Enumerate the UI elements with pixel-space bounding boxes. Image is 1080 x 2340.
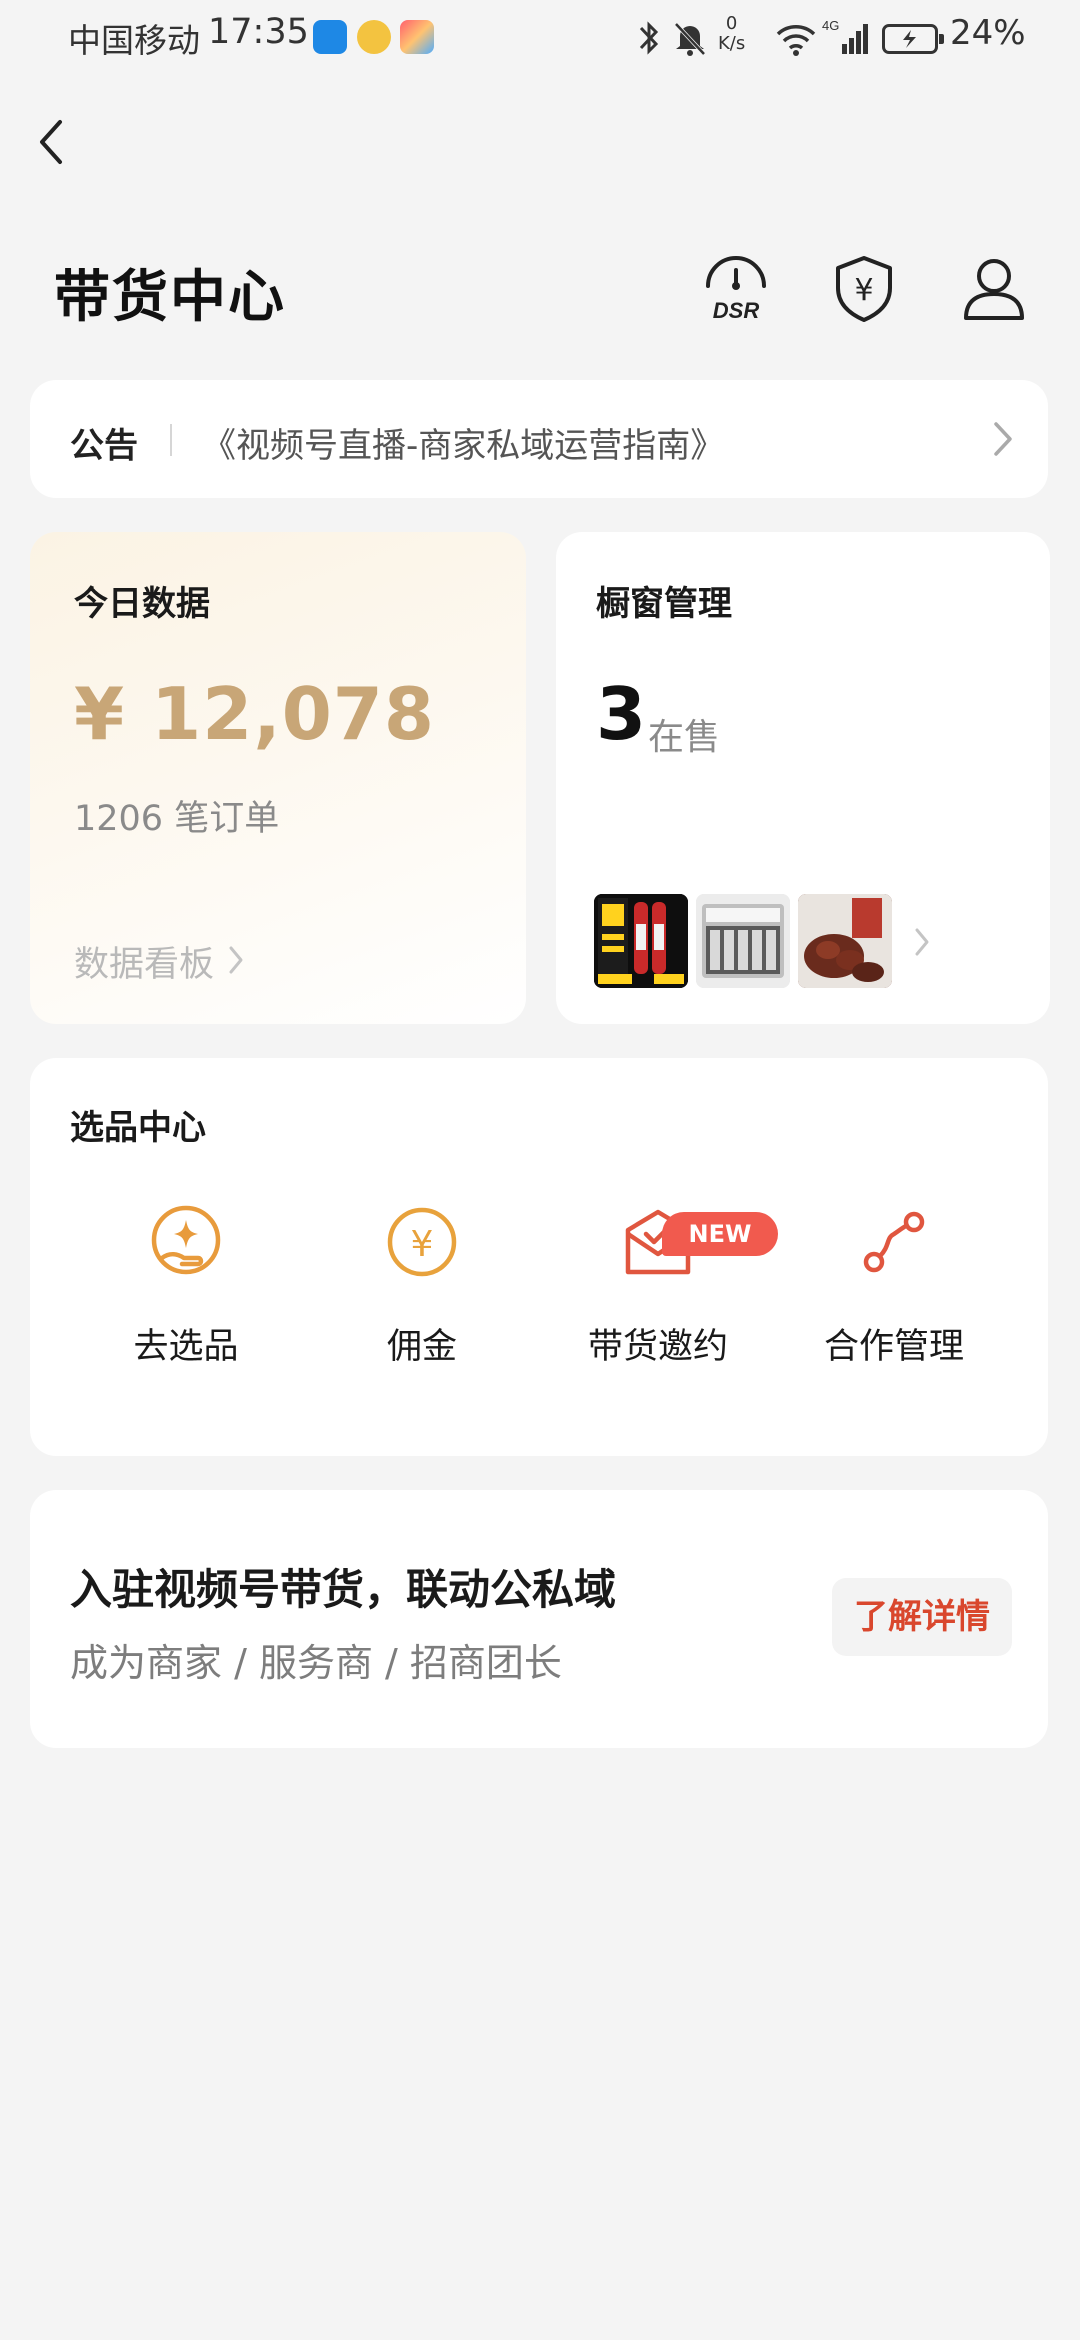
product-thumbnail[interactable] <box>696 894 790 988</box>
battery-icon <box>882 24 944 54</box>
commission-symbol: ¥ <box>411 1224 434 1265</box>
page-title: 带货中心 <box>54 265 286 330</box>
notice-bar[interactable]: 公告 《视频号直播-商家私域运营指南》 <box>30 380 1048 498</box>
dsr-gauge-icon[interactable]: DSR <box>700 250 772 322</box>
shield-yuan-icon[interactable]: ¥ <box>830 252 898 324</box>
notice-label: 公告 <box>70 426 138 466</box>
notice-divider <box>170 424 172 456</box>
status-bar: 中国移动 17:35 0 K/s 4G 24% <box>0 0 1080 80</box>
on-sale-count: 3 <box>596 672 647 756</box>
cooperation-entry[interactable]: 合作管理 <box>774 1204 1014 1367</box>
commission-entry[interactable]: ¥ 佣金 <box>302 1204 542 1367</box>
back-arrow-icon[interactable] <box>30 112 74 172</box>
window-management-title: 橱窗管理 <box>596 584 732 624</box>
cell-signal-icon: 4G <box>822 18 868 54</box>
join-title: 入驻视频号带货，联动公私域 <box>70 1565 617 1614</box>
new-badge: NEW <box>662 1212 778 1256</box>
mute-bell-icon <box>674 22 706 56</box>
pet-app-icon <box>357 20 391 54</box>
product-thumbnail[interactable] <box>594 894 688 988</box>
today-data-title: 今日数据 <box>74 584 210 624</box>
join-banner-card: 入驻视频号带货，联动公私域 成为商家 / 服务商 / 招商团长 了解详情 <box>30 1490 1048 1748</box>
on-sale-label: 在售 <box>648 717 721 758</box>
order-count: 1206 笔订单 <box>74 799 280 839</box>
learn-more-button[interactable]: 了解详情 <box>832 1578 1012 1656</box>
user-profile-icon[interactable] <box>958 252 1030 324</box>
tool-label: 去选品 <box>133 1327 239 1367</box>
tool-label: 带货邀约 <box>587 1327 728 1367</box>
dsr-label: DSR <box>713 298 760 322</box>
join-subtitle: 成为商家 / 服务商 / 招商团长 <box>70 1641 562 1685</box>
network-type-label: 4G <box>822 18 839 33</box>
data-board-link[interactable]: 数据看板 <box>74 936 214 987</box>
shield-symbol: ¥ <box>854 273 873 308</box>
selection-center-title: 选品中心 <box>70 1108 206 1148</box>
commission-icon: ¥ <box>387 1207 457 1277</box>
chevron-right-icon <box>229 946 243 974</box>
net-speed-unit: K/s <box>718 33 746 54</box>
today-data-card[interactable]: 今日数据 ¥ 12,078 1206 笔订单 数据看板 <box>30 532 526 1024</box>
net-speed-value: 0 <box>725 13 738 34</box>
wifi-icon <box>776 25 816 56</box>
chevron-right-icon <box>915 928 929 956</box>
colorful-app-icon <box>400 20 434 54</box>
notice-text: 《视频号直播-商家私域运营指南》 <box>202 426 725 466</box>
clock: 17:35 <box>208 12 309 52</box>
tool-label: 佣金 <box>386 1327 457 1367</box>
cooperation-icon <box>863 1211 925 1273</box>
net-speed: 0 K/s <box>718 14 745 54</box>
sales-amount: ¥ 12,078 <box>74 672 436 756</box>
tool-label: 合作管理 <box>823 1327 964 1367</box>
carrier-label: 中国移动 <box>68 21 200 60</box>
select-product-icon <box>151 1205 221 1275</box>
chevron-right-icon <box>994 422 1012 456</box>
weather-app-icon <box>313 20 347 54</box>
battery-level: 24% <box>950 13 1026 53</box>
bluetooth-icon <box>639 21 659 55</box>
product-thumbnail[interactable] <box>798 894 892 988</box>
window-management-card[interactable]: 橱窗管理 3 在售 <box>556 532 1050 1024</box>
select-product-entry[interactable]: 去选品 <box>66 1204 306 1367</box>
selection-center-card: 选品中心 去选品 ¥ 佣金 带货邀约 合作管理 NEW <box>30 1058 1048 1456</box>
